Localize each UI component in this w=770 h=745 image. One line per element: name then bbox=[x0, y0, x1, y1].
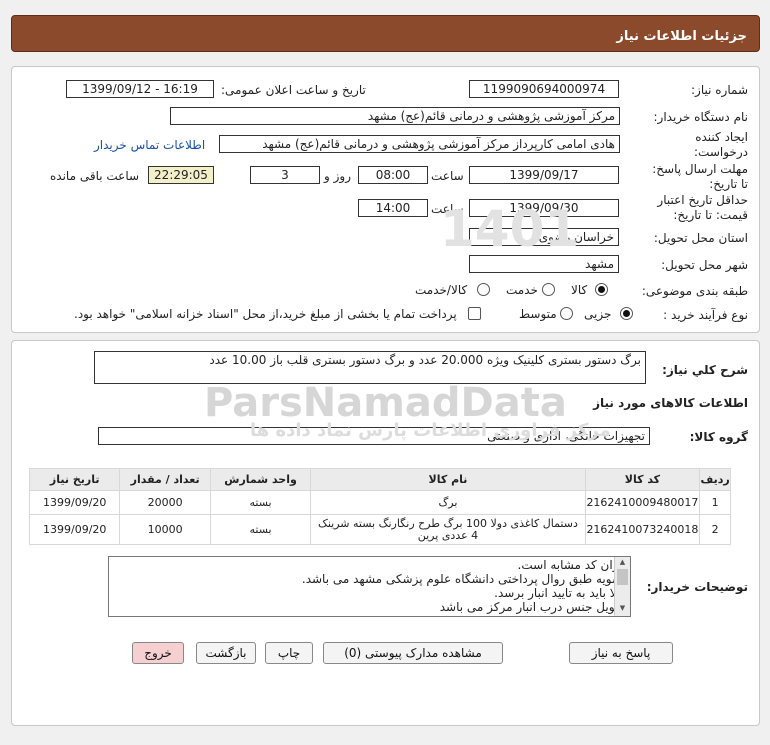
remaining-label: ساعت باقی مانده bbox=[50, 169, 140, 183]
city-label: شهر محل تحویل: bbox=[661, 258, 748, 272]
cell-name: دستمال کاغذی دولا 100 برگ طرح رنگارنگ بس… bbox=[310, 514, 586, 545]
cell-unit: بسته bbox=[209, 514, 312, 545]
goods-table: ردیف کد کالا نام کالا واحد شمارش تعداد /… bbox=[28, 468, 731, 545]
table-row: 2 2162410073240018 دستمال کاغذی دولا 100… bbox=[28, 514, 731, 545]
page-title: جزئیات اطلاعات نیاز bbox=[616, 29, 747, 44]
treasury-note: پرداخت تمام یا بخشی از مبلغ خرید،از محل … bbox=[74, 307, 457, 321]
reply-hour-label: ساعت bbox=[431, 169, 464, 183]
need-number-label: شماره نیاز: bbox=[691, 83, 748, 97]
purchase-minor-radio[interactable] bbox=[620, 307, 633, 320]
need-number-field: 1199090694000974 bbox=[469, 80, 619, 98]
cell-unit: بسته bbox=[209, 490, 312, 515]
category-service-label: خدمت bbox=[506, 283, 538, 297]
table-row: 1 2162410009480017 برگ بسته 20000 1399/0… bbox=[28, 490, 731, 515]
cell-date: 1399/09/20 bbox=[28, 514, 121, 545]
category-goods-service-radio[interactable] bbox=[477, 283, 490, 296]
creator-label: ایجاد کننده درخواست: bbox=[694, 130, 748, 159]
purchase-medium-label: متوسط bbox=[519, 307, 557, 321]
reply-button[interactable]: پاسخ به نیاز bbox=[569, 642, 673, 664]
announce-datetime-label: تاریخ و ساعت اعلان عمومی: bbox=[221, 83, 366, 97]
col-qty: تعداد / مقدار bbox=[119, 468, 211, 491]
category-label: طبقه بندی موضوعی: bbox=[641, 284, 748, 298]
scroll-thumb[interactable] bbox=[617, 569, 628, 585]
note-line: تحویل جنس درب انبار مرکز می باشد bbox=[439, 600, 626, 614]
scroll-down-icon[interactable]: ▼ bbox=[615, 603, 630, 613]
note-line: تسویه طبق روال پرداختی دانشگاه علوم پزشک… bbox=[301, 572, 626, 586]
col-date: تاریخ نیاز bbox=[28, 468, 121, 491]
buyer-notes-box[interactable]: ایران کد مشابه است. تسویه طبق روال پرداخ… bbox=[108, 556, 631, 617]
category-goods-radio[interactable] bbox=[595, 283, 608, 296]
cell-row: 1 bbox=[699, 490, 731, 515]
buyer-org-field: مرکز آموزشی پژوهشی و درمانی قائم(عج) مشه… bbox=[170, 107, 620, 125]
col-unit: واحد شمارش bbox=[209, 468, 312, 491]
reply-days-field: 3 bbox=[250, 166, 320, 184]
col-name: نام کالا bbox=[310, 468, 586, 491]
category-goods-label: کالا bbox=[571, 283, 588, 297]
reply-time-field: 08:00 bbox=[358, 166, 428, 184]
back-button[interactable]: بازگشت bbox=[196, 642, 256, 664]
purchase-minor-label: جزیی bbox=[584, 307, 612, 321]
announce-datetime-field: 1399/09/12 - 16:19 bbox=[66, 80, 214, 98]
page-header: جزئیات اطلاعات نیاز bbox=[11, 15, 760, 52]
category-service-radio[interactable] bbox=[542, 283, 555, 296]
exit-button[interactable]: خروج bbox=[132, 642, 184, 664]
cell-qty: 20000 bbox=[119, 490, 211, 515]
watermark-digits: 1401 bbox=[440, 200, 580, 258]
cell-qty: 10000 bbox=[119, 514, 211, 545]
cell-code: 2162410009480017 bbox=[584, 490, 701, 515]
goods-group-label: گروه کالا: bbox=[689, 430, 748, 444]
attachments-button[interactable]: مشاهده مدارک پیوستی (0) bbox=[323, 642, 503, 664]
cell-code: 2162410073240018 bbox=[584, 514, 701, 545]
treasury-checkbox[interactable] bbox=[468, 307, 481, 320]
table-header-row: ردیف کد کالا نام کالا واحد شمارش تعداد /… bbox=[28, 468, 731, 491]
col-row: ردیف bbox=[699, 468, 731, 491]
purchase-type-label: نوع فرآیند خرید : bbox=[663, 308, 748, 322]
cell-row: 2 bbox=[699, 514, 731, 545]
buyer-notes-label: توضیحات خریدار: bbox=[646, 580, 748, 594]
buyer-org-label: نام دستگاه خریدار: bbox=[653, 110, 749, 124]
purchase-medium-radio[interactable] bbox=[560, 307, 573, 320]
description-label: شرح کلي نیاز: bbox=[662, 363, 748, 377]
reply-deadline-label: مهلت ارسال پاسخ: تا تاریخ: bbox=[652, 162, 748, 191]
days-label: روز و bbox=[324, 169, 351, 183]
print-button[interactable]: چاپ bbox=[265, 642, 313, 664]
creator-field: هادی امامی کارپرداز مرکز آموزشی پژوهشی و… bbox=[219, 135, 620, 153]
note-line: کالا باید به تایید انبار برسد. bbox=[494, 586, 626, 600]
price-validity-label: حداقل تاریخ اعتبار قیمت: تا تاریخ: bbox=[657, 193, 748, 222]
reply-date-field: 1399/09/17 bbox=[469, 166, 619, 184]
remaining-time-field: 22:29:05 bbox=[148, 166, 214, 184]
notes-scrollbar[interactable]: ▲ ▼ bbox=[614, 557, 630, 616]
buyer-contact-link[interactable]: اطلاعات تماس خریدار bbox=[94, 138, 205, 152]
validity-time-field: 14:00 bbox=[358, 199, 428, 217]
cell-date: 1399/09/20 bbox=[28, 490, 121, 515]
province-label: استان محل تحویل: bbox=[653, 231, 748, 245]
note-line: ایران کد مشابه است. bbox=[517, 558, 626, 572]
col-code: کد کالا bbox=[584, 468, 701, 491]
goods-info-heading: اطلاعات کالاهای مورد نیاز bbox=[593, 396, 748, 410]
cell-name: برگ bbox=[310, 490, 586, 515]
category-goods-service-label: کالا/خدمت bbox=[415, 283, 468, 297]
watermark-subtitle: مرکز فراوری اطلاعات پارس نماد داده ها bbox=[250, 420, 611, 441]
scroll-up-icon[interactable]: ▲ bbox=[615, 557, 630, 567]
